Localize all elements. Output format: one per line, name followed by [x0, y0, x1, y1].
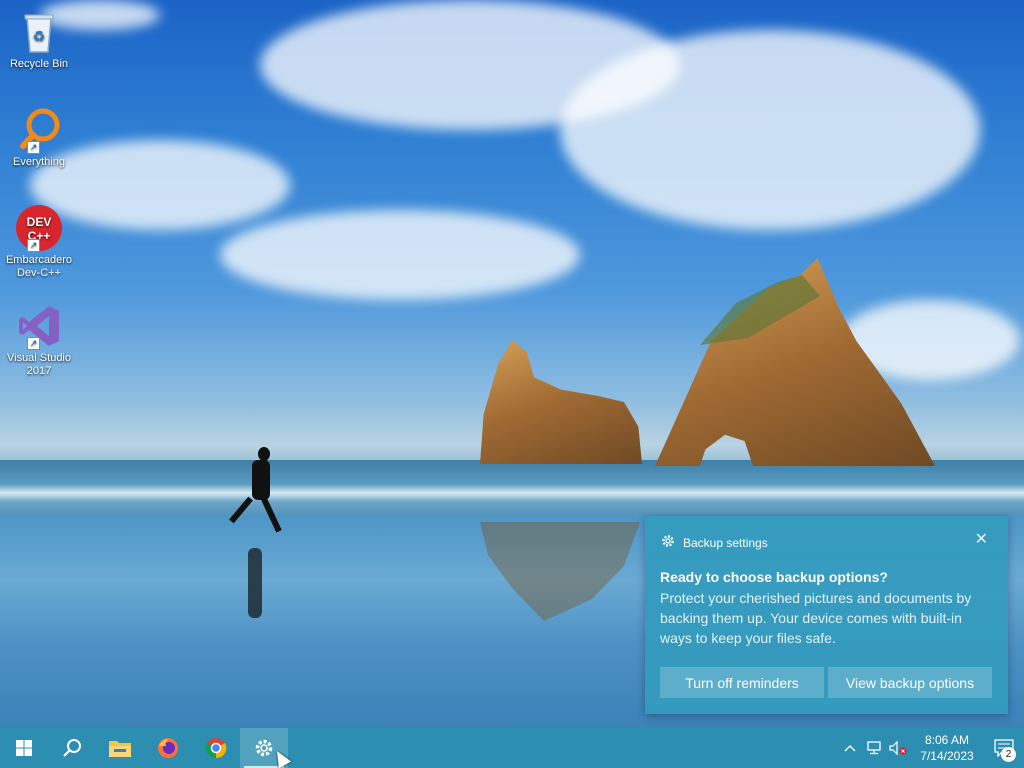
chrome-button[interactable]	[192, 728, 240, 768]
search-button[interactable]	[48, 728, 96, 768]
desktop-icon-label: Visual Studio 2017	[6, 352, 71, 377]
firefox-icon	[158, 738, 178, 758]
devcpp-icon: DEV C++ ↗	[15, 204, 63, 252]
desktop: ♻ Recycle Bin ↗ Everything DEV C++ ↗ Emb…	[0, 0, 1024, 768]
cloud	[560, 30, 980, 230]
network-icon[interactable]	[862, 728, 886, 768]
turn-off-reminders-button[interactable]: Turn off reminders	[660, 667, 824, 698]
desktop-icon-visual-studio[interactable]: ↗ Visual Studio 2017	[0, 302, 78, 378]
toast-close-icon[interactable]: ✕	[975, 532, 988, 548]
svg-text:♻: ♻	[33, 28, 46, 44]
toast-title: Ready to choose backup options?	[660, 569, 888, 585]
gear-icon	[661, 534, 675, 551]
everything-search-icon: ↗	[15, 106, 63, 154]
firefox-button[interactable]	[144, 728, 192, 768]
shortcut-arrow-icon: ↗	[27, 337, 40, 350]
recycle-bin-icon: ♻	[15, 8, 63, 56]
desktop-icon-recycle-bin[interactable]: ♻ Recycle Bin	[0, 8, 78, 71]
cloud	[220, 210, 580, 300]
view-backup-options-button[interactable]: View backup options	[828, 667, 992, 698]
taskbar: 8:06 AM 7/14/2023 2	[0, 728, 1024, 768]
windows-logo-icon	[16, 740, 32, 756]
clock-time: 8:06 AM	[924, 733, 970, 747]
clock-date: 7/14/2023	[920, 749, 974, 763]
shortcut-arrow-icon: ↗	[27, 141, 40, 154]
clock[interactable]: 8:06 AM 7/14/2023	[910, 732, 984, 764]
notification-count-badge: 2	[1001, 747, 1016, 762]
toast-app-name: Backup settings	[683, 535, 768, 550]
desktop-icon-label: Recycle Bin	[9, 58, 69, 70]
show-hidden-icons-chevron-up-icon[interactable]	[838, 728, 862, 768]
start-button[interactable]	[0, 728, 48, 768]
desktop-icon-label: Embarcadero Dev-C++	[5, 254, 73, 279]
sea	[0, 460, 1024, 520]
system-tray: 8:06 AM 7/14/2023 2	[838, 728, 1024, 768]
volume-muted-icon[interactable]	[886, 728, 910, 768]
toast-header: Backup settings	[661, 534, 768, 551]
desktop-icon-label: Everything	[13, 156, 65, 168]
visual-studio-icon: ↗	[15, 302, 63, 350]
action-center-button[interactable]: 2	[984, 728, 1024, 768]
chrome-icon	[205, 738, 227, 759]
toast-body: Protect your cherished pictures and docu…	[660, 590, 972, 646]
shortcut-arrow-icon: ↗	[27, 239, 40, 252]
folder-icon	[109, 741, 131, 757]
desktop-icon-devcpp[interactable]: DEV C++ ↗ Embarcadero Dev-C++	[0, 204, 78, 280]
rock-formation-left	[480, 340, 642, 464]
backup-toast-notification: Backup settings ✕ Ready to choose backup…	[645, 516, 1008, 714]
svg-text:DEV: DEV	[27, 215, 52, 229]
file-explorer-button[interactable]	[96, 728, 144, 768]
search-icon	[63, 739, 81, 757]
desktop-icon-everything[interactable]: ↗ Everything	[0, 106, 78, 169]
